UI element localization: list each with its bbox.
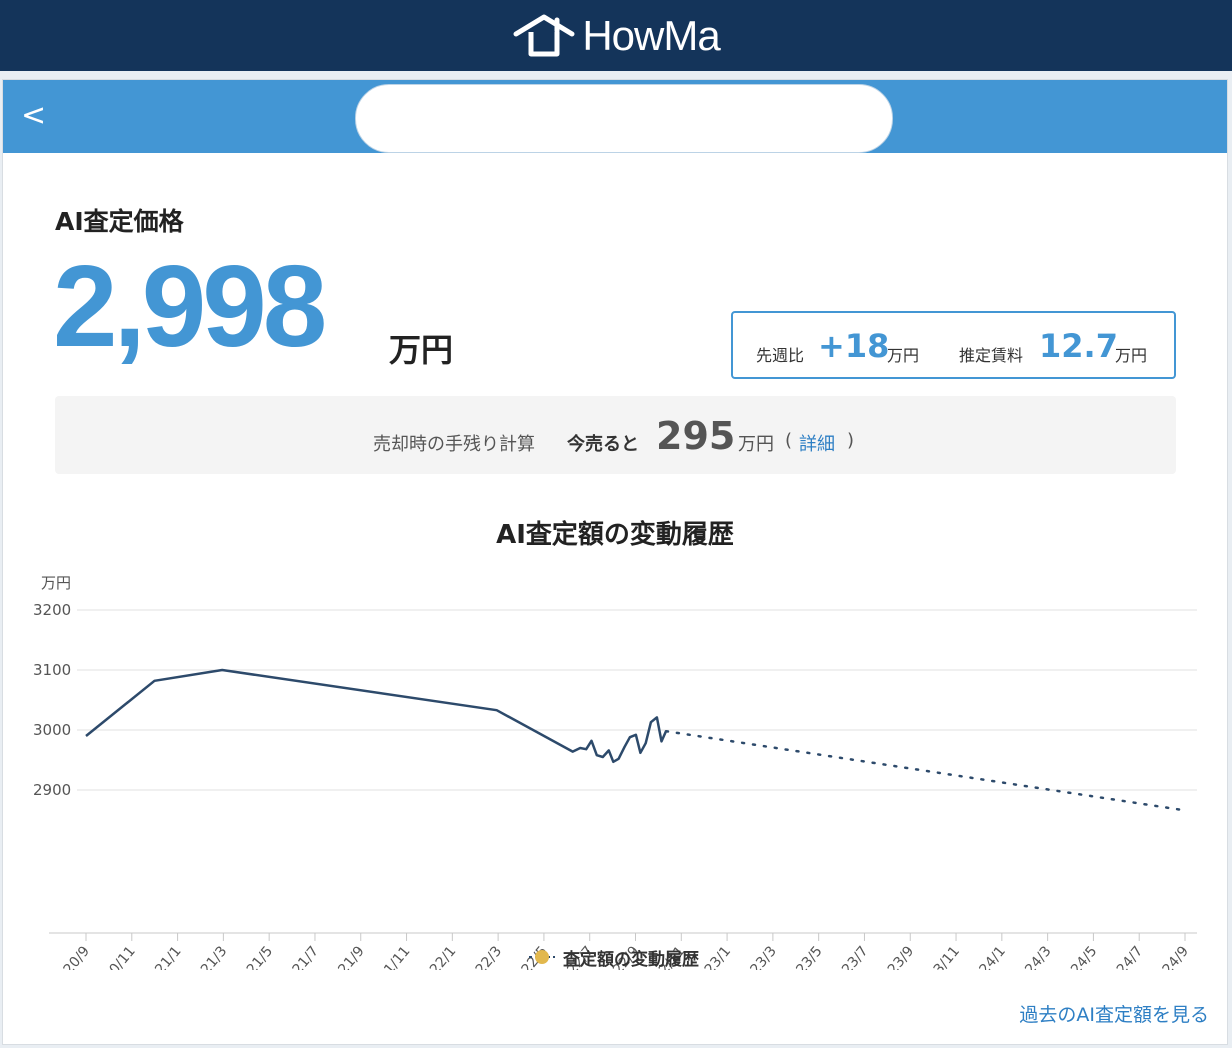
legend-marker [529,950,555,964]
x-tick-label: 2021/7 [278,943,322,970]
x-tick-label: 2024/3 [1011,943,1055,970]
y-tick-label: 2900 [33,781,71,799]
property-name-field[interactable] [355,84,893,153]
x-tick-label: 2024/1 [965,943,1009,970]
x-tick-label: 2023/11 [913,943,963,970]
rent-estimate-unit: 万円 [1115,346,1148,365]
x-tick-label: 2021/3 [187,943,231,970]
net-proceeds-box: 売却時の手残り計算 今売ると 295 万円 ( 詳細 ) [55,396,1176,474]
net-proceeds-value: 295 [656,414,736,458]
estimate-price-unit: 万円 [389,331,454,369]
x-tick-label: 2021/5 [232,943,276,970]
paren-open: ( [785,430,793,451]
rent-estimate-value: 12.7 [1039,327,1118,365]
details-link[interactable]: 詳細 [799,430,835,456]
x-tick-label: 2024/9 [1148,943,1192,970]
nav-bar: < [3,80,1227,153]
estimate-label: AI査定価格 [55,207,184,236]
x-tick-label: 2023/3 [736,943,780,970]
brand-logo[interactable]: HowMa [0,0,1232,71]
x-tick-label: 2021/11 [364,943,414,970]
x-tick-label: 2021/9 [324,943,368,970]
brand-name: HowMa [582,11,720,59]
price-history-chart: 万円29003000310032002020/92020/112021/1202… [33,574,1197,970]
house-icon [513,14,575,56]
x-tick-label: 2020/11 [89,943,139,970]
x-tick-label: 2023/9 [873,943,917,970]
y-axis-unit-label: 万円 [41,574,71,592]
paren-close: ) [847,430,855,451]
forecast-line [664,729,1187,812]
y-tick-label: 3200 [33,601,71,619]
x-tick-label: 2023/7 [828,943,872,970]
x-tick-label: 2023/5 [782,943,826,970]
net-proceeds-label: 売却時の手残り計算 [373,434,535,455]
net-proceeds-now-label: 今売ると [567,434,639,455]
week-change-label: 先週比 [756,346,805,365]
estimate-price: 2,998 [53,241,327,371]
y-tick-label: 3100 [33,661,71,679]
comparison-box: 先週比 +18 万円 推定賃料 12.7 万円 [731,311,1176,379]
x-tick-label: 2020/9 [49,943,93,970]
back-button[interactable]: < [21,96,61,136]
week-change-value: +18 [818,327,890,365]
app-header: HowMa [0,0,1232,71]
chart-legend[interactable]: 査定額の変動履歴 [529,946,699,970]
x-tick-label: 2022/1 [415,943,459,970]
estimate-card: < AI査定価格 2,998 万円 先週比 +18 万円 推定賃料 12.7 万… [2,79,1228,1045]
x-tick-label: 2022/3 [461,943,505,970]
x-tick-label: 2024/5 [1057,943,1101,970]
net-proceeds-unit: 万円 [738,434,774,455]
history-line [85,668,668,764]
y-tick-label: 3000 [33,721,71,739]
x-tick-label: 2021/1 [141,943,185,970]
x-tick-label: 2024/7 [1102,943,1146,970]
chart-title: AI査定額の変動履歴 [496,520,734,550]
rent-estimate-label: 推定賃料 [959,346,1024,365]
week-change-unit: 万円 [887,346,920,365]
legend-label: 査定額の変動履歴 [563,949,699,970]
past-estimates-link[interactable]: 過去のAI査定額を見る [1019,1000,1209,1027]
